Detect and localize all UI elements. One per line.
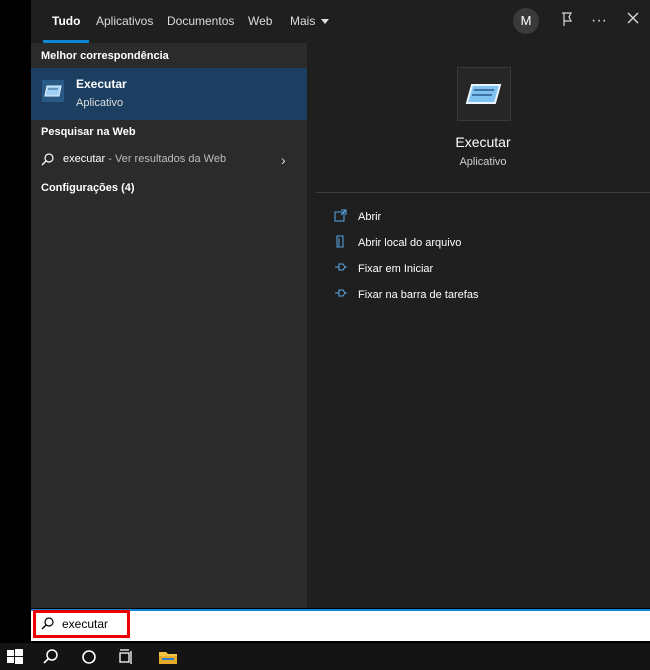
tab-more-label: Mais: [290, 14, 316, 28]
preview-pane: Executar Aplicativo Abrir Abrir local do…: [316, 52, 650, 608]
divider: [316, 192, 650, 193]
ellipsis-icon[interactable]: ···: [589, 11, 609, 31]
task-view-icon[interactable]: [118, 648, 136, 666]
chevron-right-icon[interactable]: ›: [281, 152, 286, 168]
chevron-down-icon: [321, 19, 330, 25]
action-open-label: Abrir: [358, 211, 382, 223]
search-icon[interactable]: [42, 648, 60, 666]
filter-tabs-bar: Tudo Aplicativos Documentos Web Mais M ·…: [31, 0, 650, 43]
action-pin-taskbar-label: Fixar na barra de tarefas: [358, 289, 479, 301]
web-search-heading: Pesquisar na Web: [41, 126, 136, 138]
preview-title: Executar: [455, 134, 511, 150]
best-match-name: Executar: [76, 77, 127, 91]
web-search-query: executar: [63, 153, 106, 165]
pin-icon: [334, 261, 348, 275]
windows-start-icon[interactable]: [6, 648, 24, 666]
run-app-large-icon: [457, 67, 511, 121]
run-app-icon: [42, 80, 64, 102]
close-icon[interactable]: [623, 11, 643, 31]
web-search-text: executar - Ver resultados da Web: [63, 153, 226, 165]
file-explorer-icon[interactable]: [158, 648, 178, 666]
search-input-highlight: [33, 610, 130, 638]
pin-icon: [334, 287, 348, 301]
search-panel: Tudo Aplicativos Documentos Web Mais M ·…: [31, 0, 650, 608]
file-location-icon: [334, 235, 348, 249]
results-list: Melhor correspondência Executar Aplicati…: [31, 43, 307, 608]
tab-apps[interactable]: Aplicativos: [96, 0, 153, 43]
preview-subtitle: Aplicativo: [459, 156, 507, 168]
feedback-icon[interactable]: [557, 11, 577, 31]
action-open-file-location-label: Abrir local do arquivo: [358, 237, 462, 249]
tab-more[interactable]: Mais: [290, 0, 330, 43]
cortana-icon[interactable]: [80, 648, 98, 666]
best-match-type: Aplicativo: [76, 97, 124, 109]
taskbar: [0, 643, 650, 670]
tab-documents[interactable]: Documentos: [167, 0, 234, 43]
action-pin-start-label: Fixar em Iniciar: [358, 263, 434, 275]
best-match-heading: Melhor correspondência: [41, 50, 169, 62]
tab-web[interactable]: Web: [248, 0, 272, 43]
open-icon: [334, 209, 348, 223]
web-search-item[interactable]: executar - Ver resultados da Web ›: [31, 148, 307, 172]
tab-all[interactable]: Tudo: [42, 0, 91, 43]
best-match-item[interactable]: Executar Aplicativo: [31, 68, 307, 120]
search-icon: [41, 153, 54, 166]
avatar[interactable]: M: [513, 8, 539, 34]
web-search-suffix: - Ver resultados da Web: [105, 153, 227, 165]
settings-heading[interactable]: Configurações (4): [41, 182, 135, 194]
